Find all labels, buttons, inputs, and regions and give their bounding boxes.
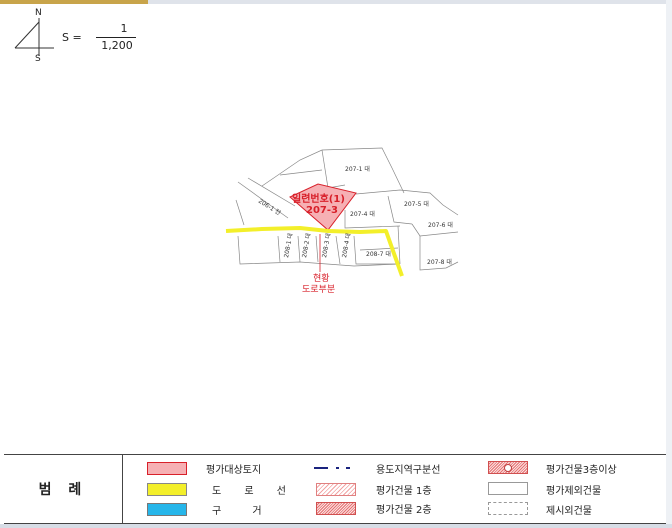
legend-dash-dot-symbol bbox=[314, 467, 350, 469]
current-label-line2: 도로부분 bbox=[302, 284, 335, 295]
lot-label: 207-5 대 bbox=[404, 200, 429, 208]
legend-label: 평가건물3층이상 bbox=[546, 465, 617, 476]
legend-label: 평가건물 1층 bbox=[376, 486, 432, 497]
legend-title: 범 례 bbox=[4, 455, 123, 523]
subject-label-line1: 일련번호(1) bbox=[292, 192, 345, 205]
legend-swatch-outline bbox=[488, 482, 528, 495]
legend-swatch-hatch-dense bbox=[316, 502, 356, 515]
legend-label: 평가대상토지 bbox=[206, 465, 262, 476]
legend-label: 제시외건물 bbox=[546, 506, 592, 517]
cadastral-map: 일련번호(1) 207-3 현황 도로부분 207-1 대 207-4 대 20… bbox=[225, 147, 459, 295]
lot-label: 207-8 대 bbox=[427, 258, 452, 266]
legend-circle-mark bbox=[504, 464, 512, 472]
current-label-line1: 현황 bbox=[313, 273, 330, 284]
legend-swatch-pink bbox=[147, 462, 187, 475]
legend-swatch-dashed bbox=[488, 502, 528, 515]
legend-label: 구 거 bbox=[212, 506, 276, 517]
legend-label: 평가제외건물 bbox=[546, 486, 602, 497]
subject-label-line2: 207-3 bbox=[306, 205, 338, 216]
bottom-border bbox=[0, 524, 672, 528]
lot-label: 208-3 대 bbox=[320, 232, 332, 258]
lot-label: 207-1 대 bbox=[345, 165, 370, 173]
lot-label: 208-7 대 bbox=[366, 250, 391, 258]
legend-label: 도 로 선 bbox=[212, 486, 296, 497]
legend-swatch-hatch-light bbox=[316, 483, 356, 496]
legend-swatch-hatch-circle bbox=[488, 461, 528, 474]
legend-label: 용도지역구분선 bbox=[376, 465, 441, 476]
legend-swatch-cyan bbox=[147, 503, 187, 516]
lot-label: 207-6 대 bbox=[428, 221, 453, 229]
legend: 범 례 평가대상토지 도 로 선 구 거 용도지역구분선 평가건물 1층 평가건… bbox=[4, 454, 666, 524]
lot-label: 206-1 전 bbox=[257, 197, 282, 217]
lot-label: 207-4 대 bbox=[350, 210, 375, 218]
lot-label: 208-1 대 bbox=[282, 232, 294, 258]
lot-label: 208-4 대 bbox=[340, 232, 352, 258]
lot-label: 208-2 대 bbox=[300, 232, 312, 258]
legend-label: 평가건물 2층 bbox=[376, 505, 432, 516]
legend-swatch-yellow bbox=[147, 483, 187, 496]
